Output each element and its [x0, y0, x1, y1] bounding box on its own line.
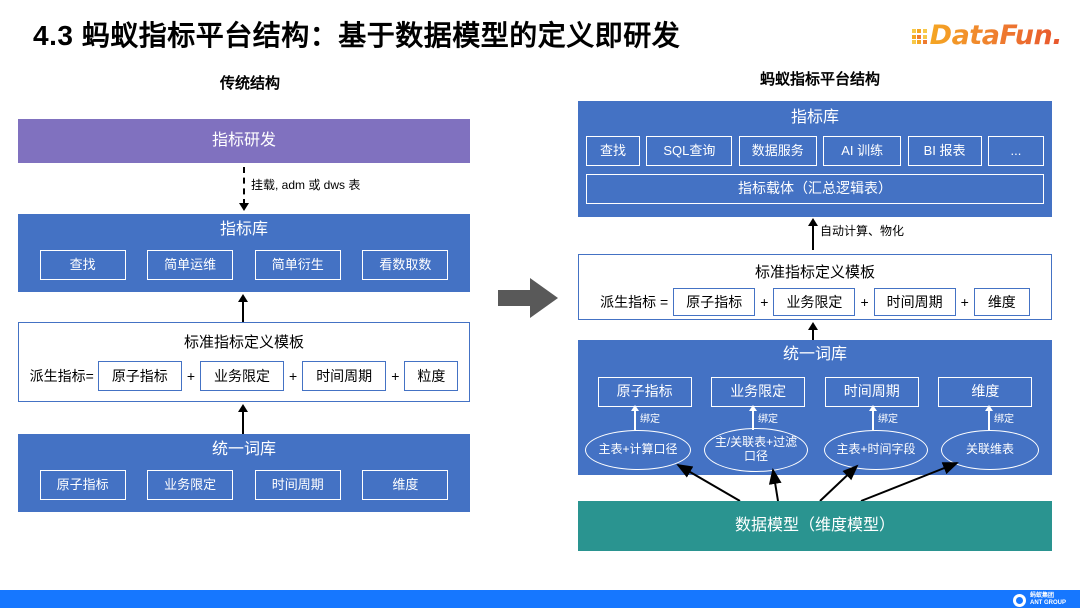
datafun-wordmark: DataFun. — [929, 20, 1063, 51]
formula-chip-right-1[interactable]: 业务限定 — [773, 288, 856, 316]
left-metric-store-title: 指标库 — [219, 221, 268, 238]
right-arrowhead-store-icon — [808, 218, 818, 226]
bind-arrowhead-0-icon — [631, 405, 639, 411]
bind-label-3: 绑定 — [994, 414, 1014, 425]
left-formula-plus-0: + — [186, 368, 195, 384]
chip-right-store-2[interactable]: 数据服务 — [738, 136, 817, 166]
left-formula-plus-1: + — [289, 368, 298, 384]
right-connector-template-to-store — [812, 224, 814, 250]
source-ellipse-1[interactable]: 主/关联表+过滤口径 — [704, 428, 808, 472]
bind-label-1: 绑定 — [758, 414, 778, 425]
formula-chip-right-0[interactable]: 原子指标 — [673, 288, 756, 316]
slide-canvas: 4.3 蚂蚁指标平台结构：基于数据模型的定义即研发 DataFun. 传统结构 … — [0, 0, 1080, 608]
chip-left-store-2[interactable]: 简单衍生 — [254, 250, 341, 280]
data-model-box: 数据模型（维度模型） — [578, 501, 1052, 551]
chip-left-store-1[interactable]: 简单运维 — [147, 250, 234, 280]
chip-left-store-0[interactable]: 查找 — [39, 250, 126, 280]
chip-right-dict-0[interactable]: 原子指标 — [597, 377, 692, 407]
chip-right-dict-1[interactable]: 业务限定 — [711, 377, 806, 407]
ant-group-logo: 蚂蚁集团 ANT GROUP — [1013, 593, 1066, 607]
right-panel-caption: 蚂蚁指标平台结构 — [759, 71, 880, 88]
left-metric-store-chip-row: 查找 简单运维 简单衍生 看数取数 — [18, 250, 470, 280]
left-dictionary-chip-row: 原子指标 业务限定 时间周期 维度 — [18, 470, 470, 500]
left-template-box: 标准指标定义模板 派生指标= 原子指标 + 业务限定 + 时间周期 + 粒度 — [18, 322, 470, 402]
left-metric-dev-label: 指标研发 — [211, 132, 276, 149]
chip-right-store-4[interactable]: BI 报表 — [907, 136, 982, 166]
chip-right-dict-2[interactable]: 时间周期 — [824, 377, 919, 407]
bind-arrowhead-1-icon — [749, 405, 757, 411]
left-dictionary-box: 统一词库 原子指标 业务限定 时间周期 维度 — [18, 434, 470, 512]
formula-chip-right-3[interactable]: 维度 — [973, 288, 1030, 316]
right-metric-store-box: 指标库 查找 SQL查询 数据服务 AI 训练 BI 报表 ... 指标载体（汇… — [578, 101, 1052, 217]
left-dictionary-title: 统一词库 — [211, 441, 276, 458]
right-formula-plus-2: + — [960, 294, 969, 310]
bind-line-0 — [634, 410, 636, 430]
chip-left-dict-2[interactable]: 时间周期 — [254, 470, 341, 500]
chip-right-store-1[interactable]: SQL查询 — [646, 136, 733, 166]
right-template-title: 标准指标定义模板 — [754, 264, 875, 281]
bind-line-3 — [988, 410, 990, 430]
left-metric-dev-band: 指标研发 — [18, 119, 470, 163]
right-template-formula: 派生指标 = 原子指标 + 业务限定 + 时间周期 + 维度 — [600, 288, 1030, 316]
bind-label-0: 绑定 — [640, 414, 660, 425]
bind-label-2: 绑定 — [878, 414, 898, 425]
footer-bar — [0, 590, 1080, 608]
left-arrowhead-dict-icon — [238, 404, 248, 412]
left-connector-dict-to-template — [242, 410, 244, 434]
left-panel-caption: 传统结构 — [219, 75, 280, 92]
datafun-dots-icon — [911, 29, 927, 44]
formula-chip-left-1[interactable]: 业务限定 — [200, 361, 284, 391]
ant-mark-icon — [1013, 593, 1026, 607]
right-formula-plus-1: + — [860, 294, 869, 310]
chip-right-dict-3[interactable]: 维度 — [938, 377, 1033, 407]
left-connector-label: 挂载, adm 或 dws 表 — [251, 178, 361, 192]
chip-left-dict-3[interactable]: 维度 — [362, 470, 449, 500]
left-connector-template-to-store — [242, 300, 244, 322]
formula-chip-right-2[interactable]: 时间周期 — [873, 288, 956, 316]
left-dashed-connector — [243, 167, 245, 205]
source-ellipse-3[interactable]: 关联维表 — [941, 430, 1039, 470]
chip-right-store-3[interactable]: AI 训练 — [823, 136, 902, 166]
source-ellipse-2[interactable]: 主表+时间字段 — [824, 430, 928, 470]
right-metric-store-title: 指标库 — [790, 109, 839, 126]
left-template-title: 标准指标定义模板 — [183, 334, 304, 351]
left-arrowhead-template-icon — [238, 294, 248, 302]
left-formula-lead: 派生指标= — [29, 368, 94, 384]
bind-arrowhead-2-icon — [869, 405, 877, 411]
chip-right-store-0[interactable]: 查找 — [586, 136, 640, 166]
chip-left-dict-1[interactable]: 业务限定 — [147, 470, 234, 500]
right-metric-carrier[interactable]: 指标载体（汇总逻辑表） — [586, 174, 1044, 204]
left-template-formula: 派生指标= 原子指标 + 业务限定 + 时间周期 + 粒度 — [30, 361, 459, 391]
formula-chip-left-3[interactable]: 粒度 — [404, 361, 459, 391]
chip-left-dict-0[interactable]: 原子指标 — [39, 470, 126, 500]
right-template-box: 标准指标定义模板 派生指标 = 原子指标 + 业务限定 + 时间周期 + 维度 — [578, 254, 1052, 320]
bind-line-1 — [752, 410, 754, 430]
right-connector-label: 自动计算、物化 — [820, 224, 905, 238]
datafun-logo: DataFun. — [911, 20, 1063, 51]
left-dashed-arrowhead-icon — [239, 203, 249, 211]
bind-arrowhead-3-icon — [985, 405, 993, 411]
transition-right-arrow-icon — [498, 278, 558, 318]
right-metric-store-chip-row: 查找 SQL查询 数据服务 AI 训练 BI 报表 ... — [586, 136, 1044, 166]
bind-line-2 — [872, 410, 874, 430]
right-arrowhead-template-icon — [808, 322, 818, 330]
left-metric-store-box: 指标库 查找 简单运维 简单衍生 看数取数 — [18, 214, 470, 292]
source-ellipse-0[interactable]: 主表+计算口径 — [585, 430, 691, 470]
data-model-label: 数据模型（维度模型） — [734, 517, 895, 534]
left-formula-plus-2: + — [391, 368, 400, 384]
right-dictionary-title: 统一词库 — [782, 346, 847, 363]
right-formula-lead: 派生指标 = — [600, 294, 669, 310]
right-formula-plus-0: + — [760, 294, 769, 310]
chip-left-store-3[interactable]: 看数取数 — [362, 250, 449, 280]
ant-logo-cn: 蚂蚁集团 — [1030, 593, 1055, 599]
formula-chip-left-0[interactable]: 原子指标 — [97, 361, 182, 391]
chip-right-store-5[interactable]: ... — [987, 136, 1044, 166]
ant-logo-en: ANT GROUP — [1030, 600, 1066, 606]
ant-logo-text: 蚂蚁集团 ANT GROUP — [1030, 593, 1066, 607]
formula-chip-left-2[interactable]: 时间周期 — [302, 361, 387, 391]
page-title: 4.3 蚂蚁指标平台结构：基于数据模型的定义即研发 — [33, 20, 681, 51]
right-dictionary-chip-row: 原子指标 业务限定 时间周期 维度 — [578, 377, 1052, 407]
